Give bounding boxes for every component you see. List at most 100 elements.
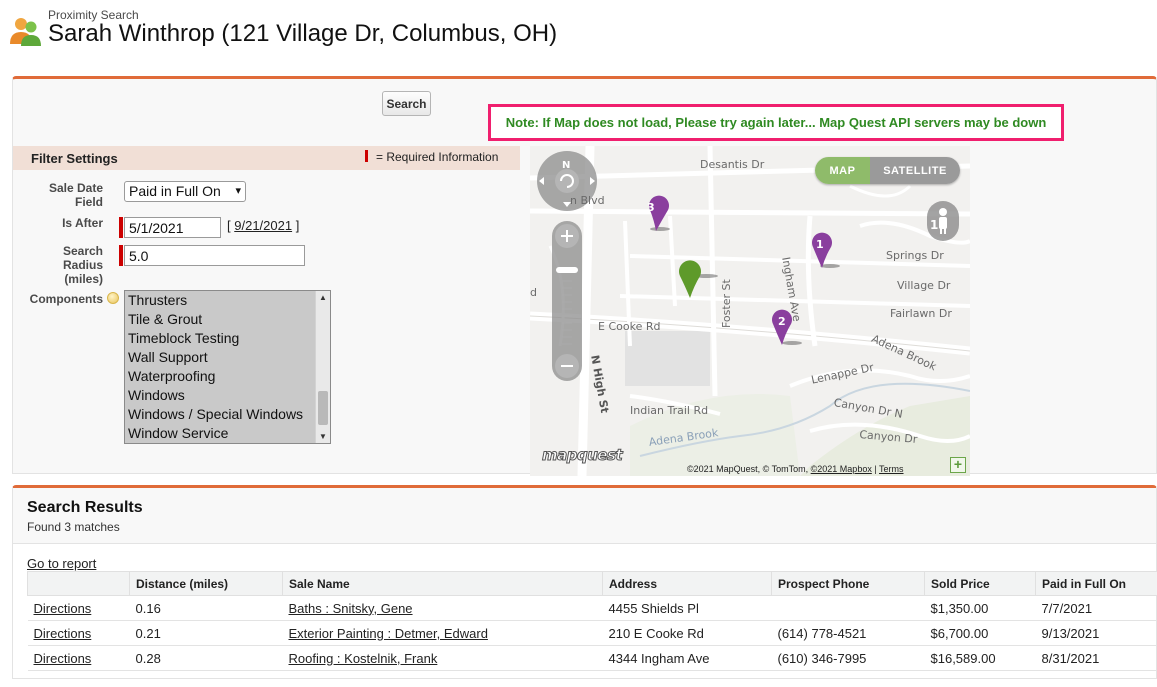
- components-listbox[interactable]: Thrusters Tile & Grout Timeblock Testing…: [124, 290, 331, 444]
- filter-settings-bar: Filter Settings = Required Information: [13, 146, 520, 170]
- column-header[interactable]: Sold Price: [924, 571, 1036, 596]
- required-marker: [365, 150, 368, 162]
- search-results-panel: Search Results Found 3 matches Go to rep…: [12, 485, 1157, 679]
- street-label: Fairlawn Dr: [890, 307, 952, 320]
- scroll-down-icon[interactable]: ▼: [319, 432, 327, 441]
- marker-2-label: 2: [778, 315, 786, 328]
- scrollbar-thumb[interactable]: [318, 391, 328, 425]
- street-label: d: [530, 286, 537, 299]
- list-item[interactable]: Tile & Grout: [125, 310, 330, 329]
- map-note: Note: If Map does not load, Please try a…: [488, 104, 1064, 141]
- table-header-row: Distance (miles) Sale Name Address Prosp…: [27, 571, 1157, 596]
- phone-cell: [771, 595, 925, 621]
- sale-name-link[interactable]: Exterior Painting : Detmer, Edward: [289, 626, 488, 641]
- today-date[interactable]: 9/21/2021: [234, 218, 292, 233]
- results-table: Distance (miles) Sale Name Address Prosp…: [27, 571, 1157, 671]
- paid-cell: 8/31/2021: [1035, 645, 1157, 671]
- directions-link[interactable]: Directions: [34, 601, 92, 616]
- table-row: Directions 0.28 Roofing : Kostelnik, Fra…: [27, 645, 1157, 671]
- attribution-separator: |: [871, 464, 880, 474]
- directions-cell: Directions: [27, 595, 130, 621]
- mapquest-logo: mapquest: [541, 446, 623, 465]
- directions-link[interactable]: Directions: [34, 626, 92, 641]
- column-header[interactable]: Paid in Full On: [1035, 571, 1157, 596]
- search-button[interactable]: Search: [382, 91, 431, 116]
- list-item[interactable]: Windows / Special Windows: [125, 405, 330, 424]
- list-item[interactable]: Thrusters: [125, 291, 330, 310]
- street-label: Indian Trail Rd: [630, 404, 709, 417]
- map-attribution: ©2021 MapQuest, © TomTom, ©2021 Mapbox |…: [687, 464, 904, 474]
- sale-name-cell: Baths : Snitsky, Gene: [282, 595, 603, 621]
- page-header: Proximity Search Sarah Winthrop (121 Vil…: [8, 6, 708, 56]
- list-item[interactable]: Window Service: [125, 424, 330, 443]
- address-cell: 210 E Cooke Rd: [602, 620, 772, 646]
- search-radius-input[interactable]: [124, 245, 305, 266]
- bracket-open: [: [227, 218, 231, 233]
- distance-cell: 0.16: [129, 595, 283, 621]
- street-label: n Blvd: [570, 194, 605, 207]
- list-item[interactable]: Wall Support: [125, 348, 330, 367]
- phone-cell: (614) 778-4521: [771, 620, 925, 646]
- list-item[interactable]: Windows: [125, 386, 330, 405]
- table-row: Directions 0.21 Exterior Painting : Detm…: [27, 620, 1157, 646]
- column-header[interactable]: Prospect Phone: [771, 571, 925, 596]
- phone-cell: (610) 346-7995: [771, 645, 925, 671]
- required-marker: [119, 245, 123, 266]
- components-label: Components: [29, 292, 103, 306]
- sale-date-field-value: Paid in Full On: [129, 183, 221, 199]
- address-cell: 4344 Ingham Ave: [602, 645, 772, 671]
- mapbox-link[interactable]: ©2021 Mapbox: [811, 464, 872, 474]
- chevron-down-icon: ▾: [235, 185, 241, 197]
- scroll-up-icon[interactable]: ▲: [319, 293, 327, 302]
- price-cell: $1,350.00: [924, 595, 1036, 621]
- street-label: Foster St: [720, 279, 733, 328]
- expand-map-icon[interactable]: +: [950, 457, 966, 473]
- info-icon[interactable]: [107, 292, 119, 304]
- sale-name-link[interactable]: Baths : Snitsky, Gene: [289, 601, 413, 616]
- map-type-toggle: MAP SATELLITE: [815, 157, 960, 184]
- search-radius-label: Search Radius (miles): [62, 244, 103, 286]
- today-date-link: [ 9/21/2021 ]: [227, 218, 299, 233]
- sale-date-field-select[interactable]: Paid in Full On ▾: [124, 181, 246, 202]
- map-type-map-button[interactable]: MAP: [815, 157, 870, 184]
- column-header[interactable]: Sale Name: [282, 571, 603, 596]
- page-title: Sarah Winthrop (121 Village Dr, Columbus…: [48, 20, 558, 47]
- directions-cell: Directions: [27, 645, 130, 671]
- column-header[interactable]: Distance (miles): [129, 571, 283, 596]
- required-legend: = Required Information: [365, 150, 498, 164]
- paid-cell: 7/7/2021: [1035, 595, 1157, 621]
- street-label: E Cooke Rd: [598, 320, 661, 333]
- is-after-label: Is After: [62, 216, 103, 230]
- terms-link[interactable]: Terms: [879, 464, 904, 474]
- list-item[interactable]: Timeblock Testing: [125, 329, 330, 348]
- sale-date-field-label: Sale Date Field: [48, 181, 103, 209]
- required-marker: [119, 217, 123, 238]
- results-title: Search Results: [27, 499, 143, 516]
- column-header: [27, 571, 130, 596]
- search-panel: Search Note: If Map does not load, Pleas…: [12, 76, 1157, 476]
- compass-north: N: [562, 160, 571, 171]
- results-count: Found 3 matches: [27, 520, 120, 534]
- directions-link[interactable]: Directions: [34, 651, 92, 666]
- paid-cell: 9/13/2021: [1035, 620, 1157, 646]
- address-cell: 4455 Shields Pl: [602, 595, 772, 621]
- go-to-report-link[interactable]: Go to report: [27, 556, 96, 571]
- column-header[interactable]: Address: [602, 571, 772, 596]
- required-legend-text: = Required Information: [376, 150, 499, 164]
- marker-pin-label: 1: [930, 218, 939, 232]
- attribution-text: ©2021 MapQuest, © TomTom,: [687, 464, 811, 474]
- street-label: Village Dr: [897, 279, 951, 292]
- listbox-scrollbar[interactable]: ▲ ▼: [315, 291, 330, 443]
- results-header: Search Results Found 3 matches: [13, 488, 1156, 544]
- map-type-satellite-button[interactable]: SATELLITE: [870, 157, 960, 184]
- price-cell: $6,700.00: [924, 620, 1036, 646]
- price-cell: $16,589.00: [924, 645, 1036, 671]
- is-after-input[interactable]: [124, 217, 221, 238]
- marker-3-label: 3: [647, 201, 655, 214]
- sale-name-link[interactable]: Roofing : Kostelnik, Frank: [289, 651, 438, 666]
- list-item[interactable]: Waterproofing: [125, 367, 330, 386]
- directions-cell: Directions: [27, 620, 130, 646]
- map-view[interactable]: N 1 Desantis Dr n Blvd Springs Dr Villag…: [530, 146, 970, 476]
- table-row: Directions 0.16 Baths : Snitsky, Gene 44…: [27, 595, 1157, 621]
- bracket-close: ]: [295, 218, 300, 233]
